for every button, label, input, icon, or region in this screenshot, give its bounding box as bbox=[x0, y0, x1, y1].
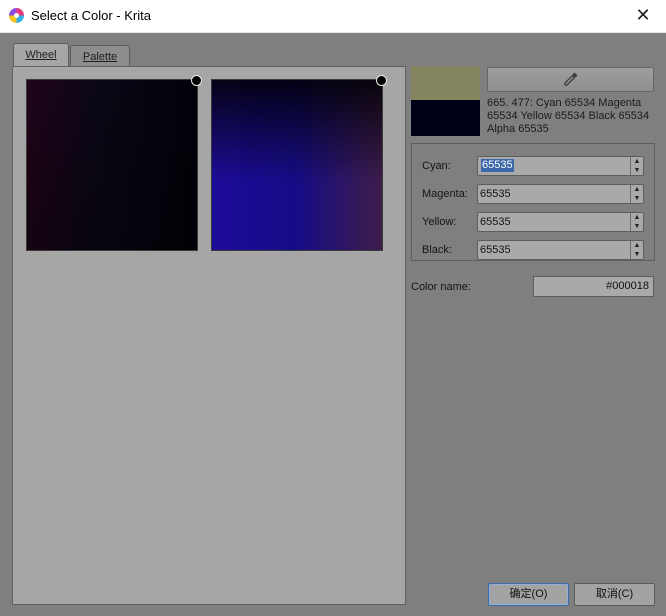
window-title: Select a Color - Krita bbox=[31, 8, 151, 23]
magenta-input[interactable] bbox=[480, 186, 620, 201]
spin-up-icon[interactable]: ▲ bbox=[631, 241, 643, 250]
spin-down-icon[interactable]: ▼ bbox=[631, 166, 643, 175]
black-spin-arrows: ▲ ▼ bbox=[630, 241, 643, 259]
tab-palette-label: Palette bbox=[82, 51, 118, 63]
color-square-right[interactable] bbox=[211, 75, 387, 251]
cyan-spinbox[interactable]: 65535 ▲ ▼ bbox=[477, 156, 644, 176]
color-info-text: 665. 477: Cyan 65534 Magenta 65534 Yello… bbox=[487, 97, 650, 135]
spin-up-icon[interactable]: ▲ bbox=[631, 213, 643, 222]
color-picker-button[interactable] bbox=[487, 67, 654, 92]
spin-up-icon[interactable]: ▲ bbox=[631, 157, 643, 166]
color-square-left-handle[interactable] bbox=[191, 75, 202, 86]
cyan-value-selected[interactable]: 65535 bbox=[481, 159, 514, 172]
magenta-spinbox[interactable]: ▲ ▼ bbox=[477, 184, 644, 204]
previous-color-swatch[interactable] bbox=[411, 100, 480, 136]
spin-down-icon[interactable]: ▼ bbox=[631, 222, 643, 231]
cyan-label: Cyan: bbox=[422, 160, 451, 172]
color-name-value: #000018 bbox=[606, 280, 649, 292]
title-bar: Select a Color - Krita ✕ bbox=[0, 0, 666, 33]
current-color-swatch bbox=[411, 66, 480, 100]
spin-down-icon[interactable]: ▼ bbox=[631, 194, 643, 203]
magenta-label: Magenta: bbox=[422, 188, 468, 200]
yellow-spinbox[interactable]: ▲ ▼ bbox=[477, 212, 644, 232]
cyan-spin-arrows: ▲ ▼ bbox=[630, 157, 643, 175]
yellow-label: Yellow: bbox=[422, 216, 457, 228]
yellow-spin-arrows: ▲ ▼ bbox=[630, 213, 643, 231]
wheel-panel bbox=[12, 66, 406, 605]
cancel-button[interactable]: 取消(C) bbox=[574, 583, 655, 606]
color-square-right-handle[interactable] bbox=[376, 75, 387, 86]
ok-button[interactable]: 确定(O) bbox=[488, 583, 569, 606]
dialog-body: Wheel Palette 665. 477: Cyan 65534 Magen… bbox=[0, 33, 666, 616]
spin-down-icon[interactable]: ▼ bbox=[631, 250, 643, 259]
close-button[interactable]: ✕ bbox=[620, 0, 666, 32]
spin-up-icon[interactable]: ▲ bbox=[631, 185, 643, 194]
eyedropper-icon bbox=[564, 72, 578, 86]
tab-palette[interactable]: Palette bbox=[70, 45, 130, 68]
tab-wheel-label: Wheel bbox=[25, 49, 57, 61]
color-square-left[interactable] bbox=[26, 75, 202, 251]
krita-logo-icon bbox=[9, 8, 24, 23]
color-name-field[interactable]: #000018 bbox=[533, 276, 654, 297]
black-input[interactable] bbox=[480, 242, 620, 257]
tab-wheel[interactable]: Wheel bbox=[13, 43, 69, 68]
cmyk-channels-group: Cyan: 65535 ▲ ▼ Magenta: ▲ ▼ Yellow: ▲ ▼… bbox=[411, 143, 655, 261]
black-spinbox[interactable]: ▲ ▼ bbox=[477, 240, 644, 260]
black-label: Black: bbox=[422, 244, 452, 256]
magenta-spin-arrows: ▲ ▼ bbox=[630, 185, 643, 203]
yellow-input[interactable] bbox=[480, 214, 620, 229]
color-name-label: Color name: bbox=[411, 281, 471, 293]
